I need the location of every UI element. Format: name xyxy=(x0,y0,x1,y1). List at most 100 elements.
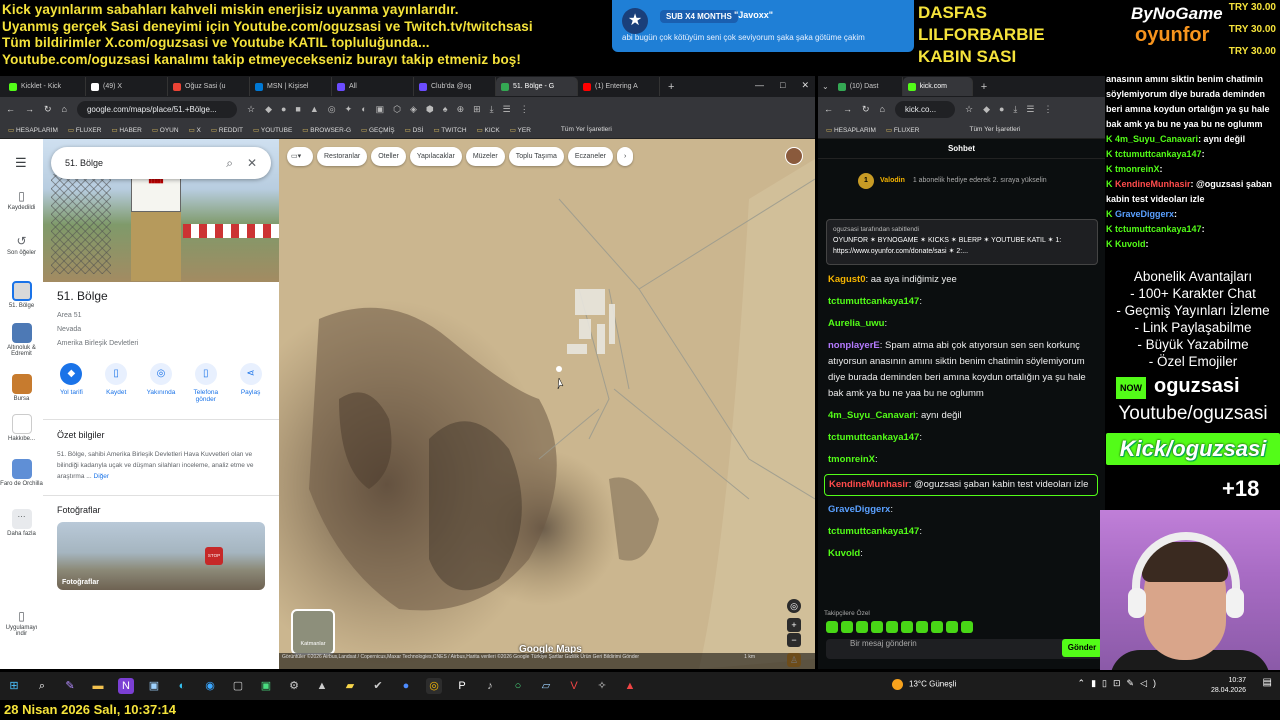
bookmark-folder[interactable]: DSİ xyxy=(405,126,424,134)
tab-x[interactable]: (49) X xyxy=(86,77,168,96)
chat-username[interactable]: tctumuttcankaya147 xyxy=(828,296,919,307)
chrome-icon[interactable]: ◎ xyxy=(426,678,442,694)
close-icon[interactable]: ✕ xyxy=(247,147,257,179)
location-icon[interactable]: ◎ xyxy=(787,599,801,613)
search-input[interactable]: 51. Bölge ⌕ ✕ xyxy=(51,147,271,179)
bookmark-folder[interactable]: GEÇMİŞ xyxy=(361,126,395,134)
rail-more[interactable]: ··· Daha fazla xyxy=(0,509,43,537)
chat-username[interactable]: 4m_Suyu_Canavari xyxy=(828,410,916,421)
emote-icon[interactable] xyxy=(826,621,838,633)
new-tab-button[interactable]: + xyxy=(668,81,674,93)
extension-icon[interactable]: ● xyxy=(999,104,1004,115)
bookmark-folder[interactable]: FLUXER xyxy=(68,126,102,134)
bookmark-folder[interactable]: HESAPLARIM xyxy=(826,126,876,134)
all-bookmarks[interactable]: Tüm Yer İşaretleri xyxy=(561,126,612,133)
chip-pharmacies[interactable]: Eczaneler xyxy=(567,147,613,166)
save-button[interactable]: ▯ Kaydet xyxy=(96,363,136,403)
onenote-icon[interactable]: N xyxy=(118,678,134,694)
rail-recent[interactable]: ↺ Son öğeler xyxy=(0,234,43,256)
extension-icon[interactable]: ☰ xyxy=(1026,104,1034,115)
send-to-phone-button[interactable]: ▯ Telefona gönder xyxy=(186,363,226,403)
extension-icon[interactable]: ⬡ xyxy=(393,104,401,115)
tab-dast[interactable]: (10) Dast xyxy=(833,77,903,96)
rail-faro[interactable]: Faro de Orchilla xyxy=(0,459,43,487)
emote-icon[interactable] xyxy=(946,621,958,633)
extension-icon[interactable]: ⋮ xyxy=(520,104,529,115)
extension-icon[interactable]: ⋮ xyxy=(1043,104,1052,115)
rail-hakkibe[interactable]: Hakkıbe... xyxy=(0,414,43,442)
chat-username[interactable]: tctumuttcankaya147 xyxy=(828,432,919,443)
bookmark-folder[interactable]: KICK xyxy=(477,126,500,134)
chip-things-to-do[interactable]: Yapılacaklar xyxy=(409,147,462,166)
directions-button[interactable]: ◆ Yol tarifi xyxy=(51,363,91,403)
extension-icon[interactable]: ◎ xyxy=(328,104,336,115)
app-icon[interactable]: ▰ xyxy=(342,678,358,694)
extension-icon[interactable]: ◈ xyxy=(410,104,417,115)
bookmark-star-icon[interactable]: ☆ xyxy=(965,104,973,115)
app-icon[interactable]: ✧ xyxy=(594,678,610,694)
extension-icon[interactable]: ⤓ xyxy=(1013,104,1017,115)
layers-button[interactable]: Katmanlar xyxy=(291,609,335,655)
tab-club[interactable]: Club'da @og xyxy=(414,77,496,96)
home-icon[interactable]: ⌂ xyxy=(880,104,885,114)
reload-icon[interactable]: ↻ xyxy=(862,104,870,115)
bookmark-folder[interactable]: REDDIT xyxy=(211,126,243,134)
home-icon[interactable]: ⌂ xyxy=(62,104,67,114)
tab-youtube[interactable]: Oğuz Sasi (u xyxy=(168,77,250,96)
emote-icon[interactable] xyxy=(961,621,973,633)
app-icon[interactable]: ◐ xyxy=(174,678,190,694)
all-bookmarks[interactable]: Tüm Yer İşaretleri xyxy=(969,126,1020,133)
zoom-out-button[interactable]: − xyxy=(787,633,801,647)
nearby-button[interactable]: ◎ Yakınında xyxy=(141,363,181,403)
bookmark-folder[interactable]: YOUTUBE xyxy=(253,126,292,134)
chip-hotels[interactable]: Oteller xyxy=(371,147,406,166)
extension-icon[interactable]: ● xyxy=(281,104,286,115)
extension-icon[interactable]: ♠ xyxy=(443,104,448,115)
bookmark-folder[interactable]: YER xyxy=(510,126,531,134)
bookmark-folder[interactable]: HESAPLARIM xyxy=(8,126,58,134)
rail-download-app[interactable]: ▯ Uygulamayı indir xyxy=(0,609,43,637)
emote-icon[interactable] xyxy=(856,621,868,633)
bookmark-folder[interactable]: HABER xyxy=(111,126,141,134)
extension-icon[interactable]: ⊕ xyxy=(457,104,465,115)
windows-start-icon[interactable]: ⊞ xyxy=(6,678,22,694)
rail-saved[interactable]: ▯ Kaydedildi xyxy=(0,189,43,211)
rail-bursa[interactable]: Bursa xyxy=(0,374,43,402)
app-icon[interactable]: ○ xyxy=(510,678,526,694)
emote-icon[interactable] xyxy=(916,621,928,633)
app-icon[interactable]: P xyxy=(454,678,470,694)
extension-icon[interactable]: ⬢ xyxy=(426,104,434,115)
notification-icon[interactable]: ▤ xyxy=(1263,678,1272,688)
maximize-button[interactable]: □ xyxy=(780,80,785,91)
chat-username[interactable]: GraveDiggerx xyxy=(828,504,890,515)
tray-icons[interactable]: ⌃▮▯⊡✎◁) xyxy=(1078,678,1162,688)
app-icon[interactable]: ♪ xyxy=(482,678,498,694)
chat-username[interactable]: KendineMunhasir xyxy=(829,479,909,490)
extension-icon[interactable]: ◆ xyxy=(983,104,990,115)
send-button[interactable]: Gönder xyxy=(1062,639,1102,657)
chip-museums[interactable]: Müzeler xyxy=(465,147,505,166)
minimize-button[interactable]: — xyxy=(755,80,764,91)
chip-transit[interactable]: Toplu Taşıma xyxy=(508,147,564,166)
vivaldi-icon[interactable]: V xyxy=(566,678,582,694)
satellite-map[interactable]: ▭▾ Restoranlar Oteller Yapılacaklar Müze… xyxy=(279,139,815,669)
back-icon[interactable]: ← xyxy=(6,104,15,114)
extension-icon[interactable]: ✦ xyxy=(345,104,353,115)
search-icon[interactable]: ⌕ xyxy=(226,147,233,179)
address-bar[interactable]: google.com/maps/place/51.+Bölge... xyxy=(76,100,237,118)
extension-icon[interactable]: ⤓ xyxy=(490,104,494,115)
chat-username[interactable]: Kagust0 xyxy=(828,274,865,285)
emote-icon[interactable] xyxy=(886,621,898,633)
tab-kick[interactable]: kick.com xyxy=(902,77,973,96)
tab-search-icon[interactable]: ⌄ xyxy=(822,82,829,91)
emote-icon[interactable] xyxy=(841,621,853,633)
extension-icon[interactable]: ▣ xyxy=(376,104,385,115)
reload-icon[interactable]: ↻ xyxy=(44,104,52,115)
share-button[interactable]: ⋖ Paylaş xyxy=(231,363,271,403)
forward-icon[interactable]: → xyxy=(25,104,34,114)
rail-altinoluk[interactable]: Altınoluk & Edremit xyxy=(0,323,43,357)
app-icon[interactable]: ▱ xyxy=(538,678,554,694)
edge-icon[interactable]: ◉ xyxy=(202,678,218,694)
chips-scroll-right[interactable]: › xyxy=(617,147,634,166)
tab-all[interactable]: All xyxy=(332,77,414,96)
